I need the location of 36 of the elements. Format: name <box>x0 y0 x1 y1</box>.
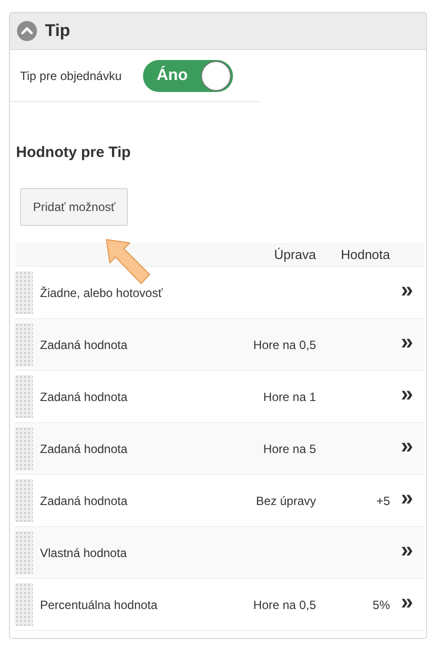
row-open-link[interactable]: » <box>390 278 424 300</box>
row-open-link[interactable]: » <box>390 382 424 404</box>
row-open-link[interactable]: » <box>390 486 424 508</box>
drag-handle-icon[interactable] <box>15 271 33 314</box>
add-option-button[interactable]: Pridať možnosť <box>20 188 128 226</box>
drag-handle-icon[interactable] <box>15 375 33 418</box>
table-cell-text: Hore na 1 <box>262 390 316 404</box>
row-open-link[interactable]: » <box>390 434 424 456</box>
column-header: Hodnota <box>340 247 390 262</box>
drag-handle-icon[interactable] <box>15 427 33 470</box>
drag-handle-icon[interactable] <box>15 479 33 522</box>
table-cell-text: Bez úpravy <box>254 494 316 508</box>
row-open-link[interactable]: » <box>390 590 424 612</box>
panel-title: Tip <box>45 21 70 41</box>
table-cell-text: Hore na 0,5 <box>252 338 316 352</box>
row-open-link[interactable]: » <box>390 538 424 560</box>
table-cell-text: Percentuálna hodnota <box>39 598 158 612</box>
table-cell-text: Zadaná hodnota <box>39 338 128 352</box>
section-title: Hodnoty pre Tip <box>16 144 132 161</box>
collapse-icon[interactable] <box>17 21 37 41</box>
pointer-arrow <box>104 238 152 286</box>
drag-handle-icon[interactable] <box>15 531 33 574</box>
drag-handle-icon[interactable] <box>15 583 33 626</box>
drag-handle-icon[interactable] <box>15 323 33 366</box>
table-cell-text: 5% <box>372 598 390 612</box>
setting-label: Tip pre objednávku <box>20 68 122 82</box>
table-cell-text: Zadaná hodnota <box>39 390 128 404</box>
table-cell-text: Žiadne, alebo hotovosť <box>39 286 164 300</box>
table-cell-text: Zadaná hodnota <box>39 494 128 508</box>
table-cell-text: Hore na 5 <box>262 442 316 456</box>
column-header: Úprava <box>273 247 316 262</box>
table-cell-text: Hore na 0,5 <box>252 598 316 612</box>
table-cell-text: Vlastná hodnota <box>39 546 128 560</box>
table-cell-text: +5 <box>375 494 390 508</box>
table-cell-text: Zadaná hodnota <box>39 442 128 456</box>
row-open-link[interactable]: » <box>390 330 424 352</box>
